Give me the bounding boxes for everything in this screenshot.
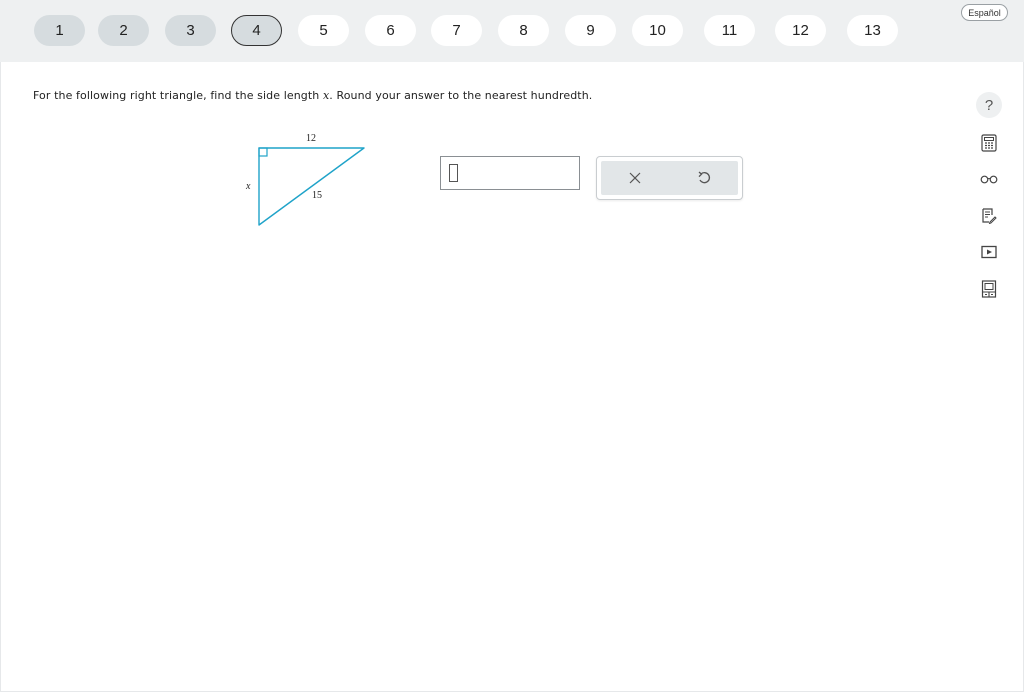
line-reader-button[interactable]	[976, 166, 1002, 192]
question-text-before: For the following right triangle, find t…	[33, 89, 323, 102]
video-button[interactable]	[976, 239, 1002, 265]
question-button-4[interactable]: 4	[231, 15, 282, 46]
right-triangle-figure: 12 x 15	[245, 133, 365, 226]
triangle-left-side-label: x	[245, 181, 251, 192]
question-button-7[interactable]: 7	[431, 15, 482, 46]
question-button-12[interactable]: 12	[775, 15, 826, 46]
reference-button[interactable]	[976, 276, 1002, 302]
question-button-13[interactable]: 13	[847, 15, 898, 46]
notepad-button[interactable]	[976, 202, 1002, 228]
undo-icon	[698, 171, 710, 184]
question-button-6[interactable]: 6	[365, 15, 416, 46]
help-label: ?	[984, 96, 994, 114]
question-text-after: . Round your answer to the nearest hundr…	[329, 89, 593, 102]
question-prompt: For the following right triangle, find t…	[33, 89, 592, 102]
question-button-3[interactable]: 3	[165, 15, 216, 46]
help-button[interactable]: ?	[976, 92, 1002, 118]
page-frame	[0, 0, 1024, 692]
answer-keypad	[596, 156, 743, 200]
right-angle-marker	[258, 147, 268, 157]
question-button-9[interactable]: 9	[565, 15, 616, 46]
language-toggle-button[interactable]: Español	[961, 4, 1008, 21]
triangle-top-side-label: 12	[306, 133, 316, 144]
question-button-10[interactable]: 10	[632, 15, 683, 46]
question-button-1[interactable]: 1	[34, 15, 85, 46]
calculator-button[interactable]	[976, 130, 1002, 156]
notepad-icon	[982, 207, 997, 224]
calculator-icon	[981, 134, 997, 152]
video-icon	[981, 245, 997, 259]
help-icon: ?	[976, 92, 1002, 118]
answer-input[interactable]	[440, 156, 580, 190]
glasses-icon	[980, 175, 998, 184]
question-button-2[interactable]: 2	[98, 15, 149, 46]
question-nav-bar: 1 2 3 4 5 6 7 8 9 10 11 12 13 Español	[0, 0, 1024, 62]
input-cursor-placeholder	[449, 164, 458, 182]
keypad-tray	[601, 161, 738, 195]
question-button-11[interactable]: 11	[704, 15, 755, 46]
question-button-5[interactable]: 5	[298, 15, 349, 46]
question-button-8[interactable]: 8	[498, 15, 549, 46]
undo-button[interactable]	[679, 161, 729, 195]
reference-icon	[981, 280, 997, 298]
clear-button[interactable]	[610, 161, 660, 195]
close-icon	[629, 172, 641, 184]
triangle-shape	[258, 147, 365, 226]
triangle-hypotenuse-label: 15	[312, 190, 322, 201]
